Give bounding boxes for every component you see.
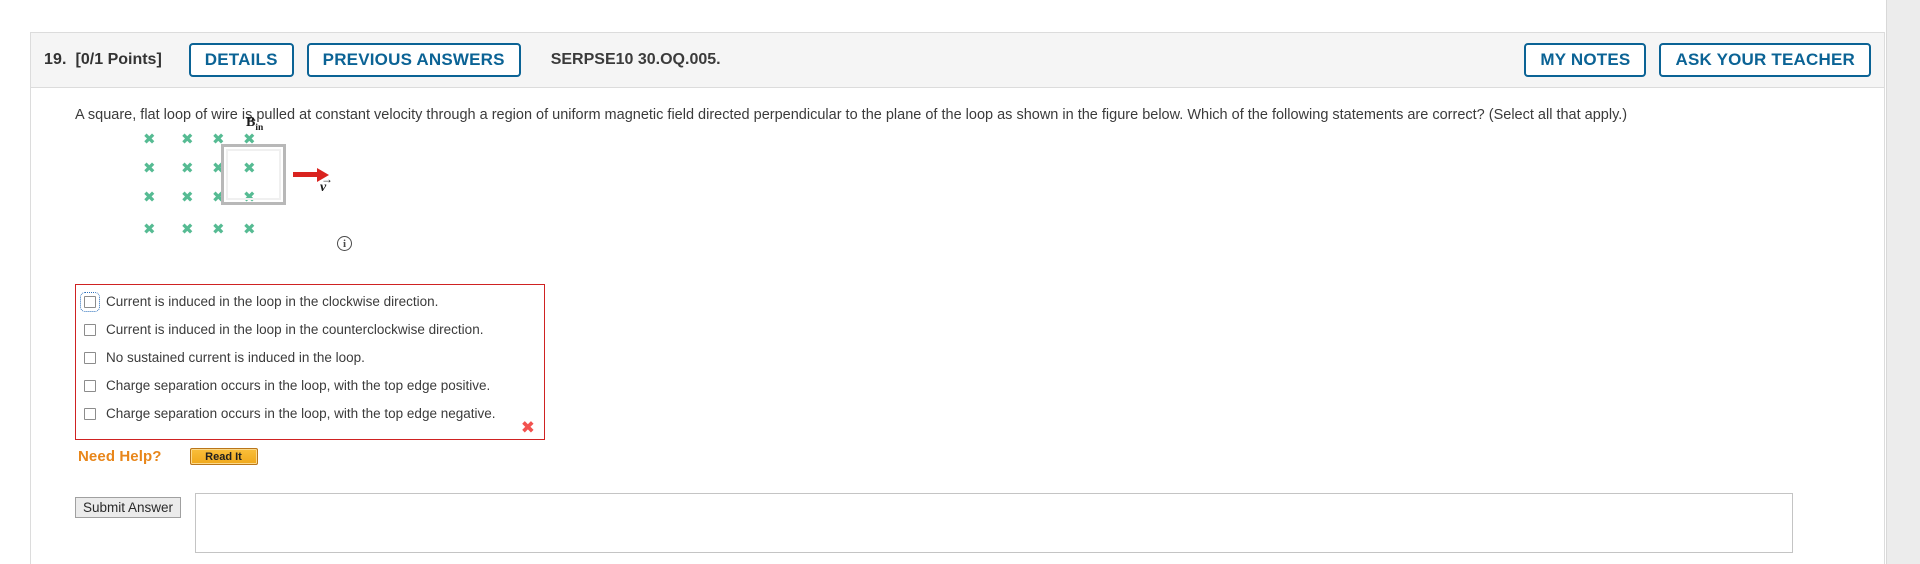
velocity-label: → v bbox=[320, 173, 333, 196]
magnetic-field-label: → Bin bbox=[246, 111, 263, 133]
need-help-row: Need Help? Read It bbox=[78, 448, 258, 465]
answer-option-checkbox[interactable] bbox=[84, 324, 96, 336]
question-header-bar: 19. [0/1 Points] DETAILS PREVIOUS ANSWER… bbox=[30, 32, 1885, 88]
field-x-icon: ✖ bbox=[243, 220, 256, 238]
answer-option-checkbox[interactable] bbox=[80, 292, 100, 312]
field-x-icon: ✖ bbox=[181, 130, 194, 148]
field-x-icon: ✖ bbox=[143, 220, 156, 238]
physics-figure: ✖ ✖ ✖ ✖ ✖ ✖ ✖ ✖ ✖ ✖ ✖ ✖ ✖ ✖ ✖ ✖ → Bin → v i bbox=[133, 112, 423, 263]
answer-option-label: No sustained current is induced in the l… bbox=[106, 350, 365, 365]
field-x-icon: ✖ bbox=[143, 188, 156, 206]
question-prompt: A square, flat loop of wire is pulled at… bbox=[75, 107, 1628, 123]
question-body: A square, flat loop of wire is pulled at… bbox=[30, 88, 1885, 564]
answer-options-list: Current is induced in the loop in the cl… bbox=[76, 292, 544, 433]
answer-option-row[interactable]: No sustained current is induced in the l… bbox=[76, 349, 544, 377]
answer-option-label: Current is induced in the loop in the co… bbox=[106, 322, 484, 337]
answer-options-group: Current is induced in the loop in the cl… bbox=[75, 284, 545, 440]
wire-loop-inner-edge bbox=[226, 149, 281, 200]
previous-answers-button[interactable]: PREVIOUS ANSWERS bbox=[306, 43, 521, 77]
question-page: 19. [0/1 Points] DETAILS PREVIOUS ANSWER… bbox=[0, 0, 1920, 564]
question-number: 19. bbox=[44, 51, 67, 68]
need-help-label: Need Help? bbox=[78, 448, 162, 465]
question-points: [0/1 Points] bbox=[75, 51, 162, 68]
answer-option-checkbox[interactable] bbox=[84, 408, 96, 420]
submit-answer-button[interactable]: Submit Answer bbox=[75, 497, 182, 518]
answer-option-label: Charge separation occurs in the loop, wi… bbox=[106, 406, 496, 421]
answer-option-row[interactable]: Current is induced in the loop in the co… bbox=[76, 321, 544, 349]
v-vector-arrow-icon: → bbox=[321, 172, 333, 186]
answer-option-label: Current is induced in the loop in the cl… bbox=[106, 294, 439, 309]
read-it-button[interactable]: Read It bbox=[189, 448, 258, 465]
velocity-arrow-shaft bbox=[293, 172, 319, 177]
answer-option-checkbox[interactable] bbox=[84, 352, 96, 364]
field-x-icon: ✖ bbox=[143, 159, 156, 177]
wire-loop bbox=[221, 144, 286, 205]
answer-option-row[interactable]: Charge separation occurs in the loop, wi… bbox=[76, 405, 544, 433]
field-x-icon: ✖ bbox=[181, 188, 194, 206]
submit-status-panel bbox=[195, 493, 1793, 553]
answer-option-label: Charge separation occurs in the loop, wi… bbox=[106, 378, 491, 393]
field-x-icon: ✖ bbox=[143, 130, 156, 148]
b-vector-arrow-icon: → bbox=[246, 111, 258, 125]
ask-your-teacher-button[interactable]: ASK YOUR TEACHER bbox=[1659, 43, 1871, 77]
field-x-icon: ✖ bbox=[181, 220, 194, 238]
answer-option-row[interactable]: Current is induced in the loop in the cl… bbox=[76, 292, 544, 321]
header-actions: MY NOTES ASK YOUR TEACHER bbox=[1524, 43, 1871, 77]
question-content: A square, flat loop of wire is pulled at… bbox=[75, 88, 1845, 564]
field-x-icon: ✖ bbox=[212, 220, 225, 238]
info-icon[interactable]: i bbox=[337, 236, 352, 251]
field-x-icon: ✖ bbox=[181, 159, 194, 177]
question-code: SERPSE10 30.OQ.005. bbox=[550, 51, 721, 68]
incorrect-mark-icon: ✖ bbox=[520, 418, 535, 438]
my-notes-button[interactable]: MY NOTES bbox=[1524, 43, 1647, 77]
details-button[interactable]: DETAILS bbox=[188, 43, 294, 77]
page-gutter bbox=[1887, 0, 1920, 564]
answer-option-checkbox[interactable] bbox=[84, 380, 96, 392]
answer-option-row[interactable]: Charge separation occurs in the loop, wi… bbox=[76, 377, 544, 405]
